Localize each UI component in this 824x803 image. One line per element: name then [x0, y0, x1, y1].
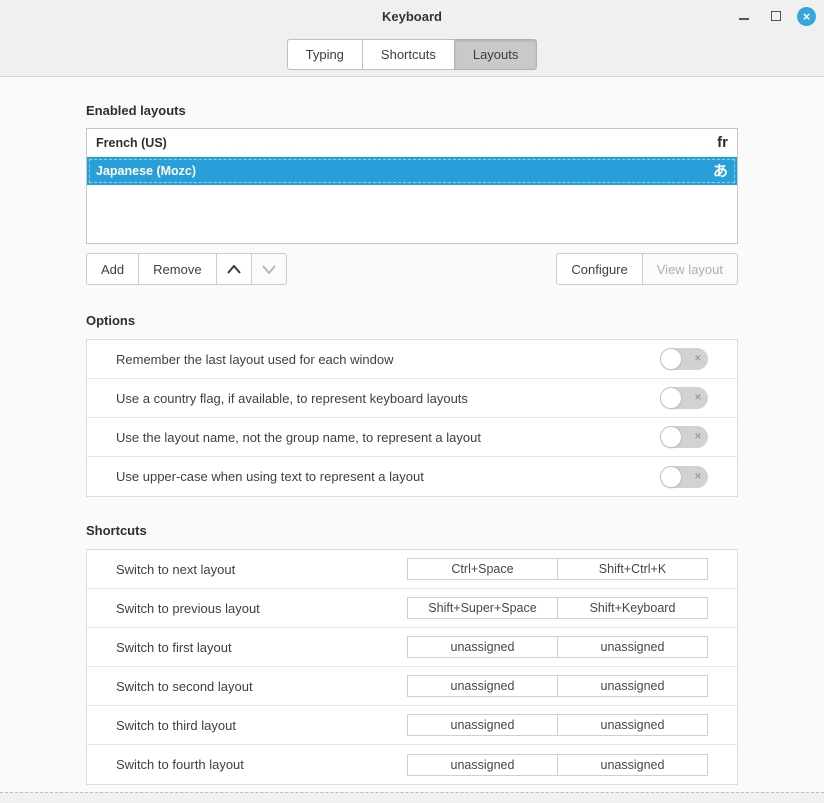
layout-badge-ja: あ: [713, 164, 728, 179]
keybinding-pair: unassigned unassigned: [407, 675, 708, 697]
shortcut-row-next-layout: Switch to next layout Ctrl+Space Shift+C…: [87, 550, 737, 589]
window-header: Keyboard × Typing Shortcuts Layouts: [0, 0, 824, 77]
layout-row-japanese[interactable]: Japanese (Mozc) あ: [87, 157, 737, 185]
window-title: Keyboard: [382, 9, 442, 24]
toggle-country-flag[interactable]: ×: [660, 387, 708, 409]
chevron-up-icon: [227, 265, 241, 274]
option-row-layout-name: Use the layout name, not the group name,…: [87, 418, 737, 457]
keybinding-button[interactable]: unassigned: [557, 636, 708, 658]
shortcut-label: Switch to first layout: [116, 640, 407, 655]
layout-actions: Add Remove Configure View layout: [86, 253, 738, 285]
keybinding-button[interactable]: unassigned: [557, 675, 708, 697]
toggle-knob: [660, 426, 682, 448]
toggle-layout-name[interactable]: ×: [660, 426, 708, 448]
toggle-off-icon: ×: [695, 432, 701, 443]
toggle-upper-case[interactable]: ×: [660, 466, 708, 488]
keybinding-button[interactable]: unassigned: [557, 754, 708, 776]
remove-button[interactable]: Remove: [138, 253, 216, 285]
maximize-button[interactable]: [765, 5, 787, 27]
option-label: Use a country flag, if available, to rep…: [116, 391, 660, 406]
keybinding-button[interactable]: unassigned: [407, 754, 558, 776]
shortcut-row-first-layout: Switch to first layout unassigned unassi…: [87, 628, 737, 667]
move-down-button[interactable]: [251, 253, 287, 285]
toggle-off-icon: ×: [695, 393, 701, 404]
toggle-knob: [660, 387, 682, 409]
option-row-remember-layout: Remember the last layout used for each w…: [87, 340, 737, 379]
enabled-layouts-list: French (US) fr Japanese (Mozc) あ: [86, 128, 738, 244]
keybinding-button[interactable]: Shift+Keyboard: [557, 597, 708, 619]
keybinding-button[interactable]: unassigned: [557, 714, 708, 736]
configure-button[interactable]: Configure: [556, 253, 642, 285]
view-layout-button[interactable]: View layout: [642, 253, 738, 285]
keybinding-pair: Ctrl+Space Shift+Ctrl+K: [407, 558, 708, 580]
option-label: Remember the last layout used for each w…: [116, 352, 660, 367]
shortcut-row-fourth-layout: Switch to fourth layout unassigned unass…: [87, 745, 737, 784]
shortcut-row-second-layout: Switch to second layout unassigned unass…: [87, 667, 737, 706]
window-controls: ×: [733, 0, 816, 32]
shortcuts-heading: Shortcuts: [86, 523, 738, 538]
tab-layouts[interactable]: Layouts: [454, 39, 538, 70]
shortcut-label: Switch to fourth layout: [116, 757, 407, 772]
toggle-off-icon: ×: [695, 471, 701, 482]
tab-shortcuts[interactable]: Shortcuts: [362, 39, 455, 70]
keybinding-button[interactable]: Shift+Super+Space: [407, 597, 558, 619]
list-edit-button-group: Add Remove: [86, 253, 287, 285]
layout-row-french[interactable]: French (US) fr: [87, 129, 737, 157]
layout-name: Japanese (Mozc): [96, 164, 713, 178]
toggle-remember-layout[interactable]: ×: [660, 348, 708, 370]
shortcut-row-previous-layout: Switch to previous layout Shift+Super+Sp…: [87, 589, 737, 628]
shortcut-label: Switch to third layout: [116, 718, 407, 733]
keybinding-button[interactable]: unassigned: [407, 714, 558, 736]
toggle-knob: [660, 348, 682, 370]
add-button[interactable]: Add: [86, 253, 139, 285]
minimize-button[interactable]: [733, 5, 755, 27]
keybinding-button[interactable]: Ctrl+Space: [407, 558, 558, 580]
keybinding-button[interactable]: unassigned: [407, 675, 558, 697]
keybinding-pair: unassigned unassigned: [407, 636, 708, 658]
minimize-icon: [739, 18, 749, 20]
shortcuts-box: Switch to next layout Ctrl+Space Shift+C…: [86, 549, 738, 785]
move-up-button[interactable]: [216, 253, 252, 285]
shortcut-label: Switch to next layout: [116, 562, 407, 577]
tab-typing[interactable]: Typing: [287, 39, 363, 70]
keybinding-pair: unassigned unassigned: [407, 754, 708, 776]
toggle-knob: [660, 466, 682, 488]
option-label: Use upper-case when using text to repres…: [116, 469, 660, 484]
pane-separator: [0, 792, 824, 803]
tab-bar: Typing Shortcuts Layouts: [0, 32, 824, 70]
shortcut-label: Switch to previous layout: [116, 601, 407, 616]
layouts-panel: Enabled layouts French (US) fr Japanese …: [0, 103, 824, 785]
maximize-icon: [771, 11, 781, 21]
close-button[interactable]: ×: [797, 7, 816, 26]
keybinding-pair: unassigned unassigned: [407, 714, 708, 736]
option-label: Use the layout name, not the group name,…: [116, 430, 660, 445]
option-row-country-flag: Use a country flag, if available, to rep…: [87, 379, 737, 418]
enabled-layouts-heading: Enabled layouts: [86, 103, 738, 118]
titlebar: Keyboard ×: [0, 0, 824, 32]
keybinding-button[interactable]: Shift+Ctrl+K: [557, 558, 708, 580]
keybinding-pair: Shift+Super+Space Shift+Keyboard: [407, 597, 708, 619]
chevron-down-icon: [262, 265, 276, 274]
option-row-upper-case: Use upper-case when using text to repres…: [87, 457, 737, 496]
options-heading: Options: [86, 313, 738, 328]
keybinding-button[interactable]: unassigned: [407, 636, 558, 658]
layout-badge-fr: fr: [717, 135, 728, 150]
close-icon: ×: [803, 10, 811, 23]
layout-name: French (US): [96, 136, 717, 150]
configure-button-group: Configure View layout: [556, 253, 738, 285]
toggle-off-icon: ×: [695, 354, 701, 365]
options-box: Remember the last layout used for each w…: [86, 339, 738, 497]
shortcut-label: Switch to second layout: [116, 679, 407, 694]
shortcut-row-third-layout: Switch to third layout unassigned unassi…: [87, 706, 737, 745]
